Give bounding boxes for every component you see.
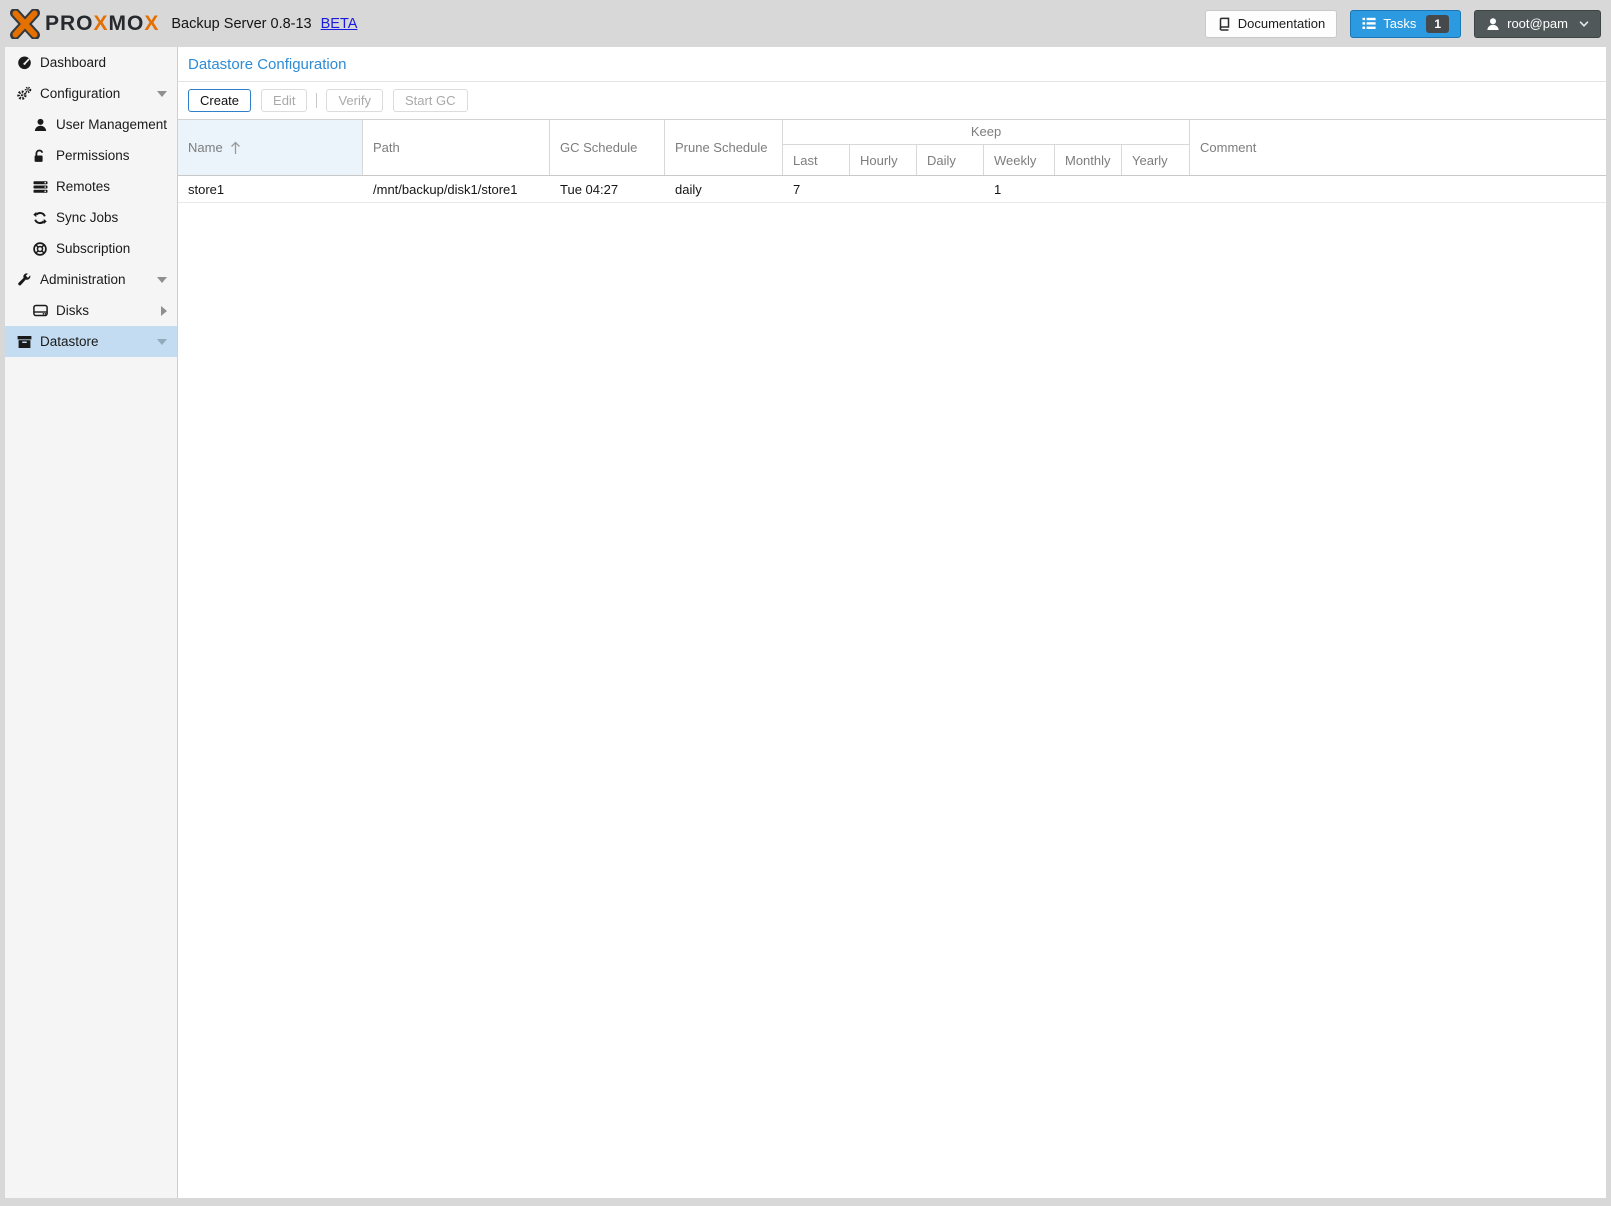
edit-button[interactable]: Edit	[261, 89, 307, 112]
cell-keep-hourly	[850, 176, 917, 202]
sidebar-item-label: Permissions	[56, 148, 130, 163]
column-header-name-label: Name	[188, 140, 223, 155]
cell-name: store1	[178, 176, 363, 202]
chevron-down-icon[interactable]	[157, 91, 167, 97]
tasks-label: Tasks	[1383, 16, 1416, 31]
tasks-button[interactable]: Tasks 1	[1350, 10, 1461, 38]
sidebar-item-user-management[interactable]: User Management	[5, 109, 177, 140]
user-menu-button[interactable]: root@pam	[1474, 10, 1601, 38]
sidebar-item-label: Disks	[56, 303, 89, 318]
sidebar-item-label: Administration	[40, 272, 126, 287]
column-header-keep-daily[interactable]: Daily	[917, 145, 984, 175]
gears-icon	[16, 86, 32, 101]
lifering-icon	[32, 242, 48, 256]
hdd-icon	[32, 304, 48, 317]
page-title: Datastore Configuration	[188, 56, 1596, 73]
tasks-count-badge: 1	[1426, 15, 1449, 33]
documentation-label: Documentation	[1238, 16, 1325, 31]
documentation-button[interactable]: Documentation	[1205, 10, 1337, 38]
sidebar-item-administration[interactable]: Administration	[5, 264, 177, 295]
chevron-right-icon[interactable]	[161, 306, 167, 316]
sidebar-item-permissions[interactable]: Permissions	[5, 140, 177, 171]
column-header-keep-monthly[interactable]: Monthly	[1055, 145, 1122, 175]
sidebar-item-label: Dashboard	[40, 55, 106, 70]
sidebar-item-label: Configuration	[40, 86, 120, 101]
beta-link[interactable]: BETA	[321, 16, 358, 32]
column-header-keep-weekly[interactable]: Weekly	[984, 145, 1055, 175]
proxmox-logo: PROXMOX	[10, 9, 159, 39]
list-icon	[1362, 17, 1376, 30]
column-header-keep-yearly[interactable]: Yearly	[1122, 145, 1190, 175]
cell-gc-schedule: Tue 04:27	[550, 176, 665, 202]
user-menu-label: root@pam	[1507, 16, 1568, 31]
column-header-keep: Keep	[783, 120, 1189, 145]
sidebar-item-label: Datastore	[40, 334, 99, 349]
main-panel: Datastore Configuration Create Edit Veri…	[178, 47, 1606, 1198]
user-icon	[1486, 17, 1500, 31]
column-header-keep-hourly[interactable]: Hourly	[850, 145, 917, 175]
sidebar-item-label: Remotes	[56, 179, 110, 194]
proxmox-x-icon	[10, 9, 40, 39]
datastore-table: Name Path GC Schedule Pru	[178, 119, 1606, 1198]
sidebar-item-label: Subscription	[56, 241, 130, 256]
archive-icon	[16, 335, 32, 349]
chevron-down-icon	[1579, 19, 1589, 29]
book-icon	[1217, 17, 1231, 31]
toolbar: Create Edit Verify Start GC	[178, 82, 1606, 119]
verify-button[interactable]: Verify	[326, 89, 383, 112]
column-group-keep: Keep Last Hourly Daily Weekly Monthly Ye…	[783, 120, 1190, 175]
table-empty-area	[178, 203, 1606, 1198]
server-icon	[32, 180, 48, 194]
user-icon	[32, 118, 48, 132]
table-header: Name Path GC Schedule Pru	[178, 119, 1606, 176]
table-row[interactable]: store1 /mnt/backup/disk1/store1 Tue 04:2…	[178, 176, 1606, 203]
sidebar-item-disks[interactable]: Disks	[5, 295, 177, 326]
chevron-down-icon[interactable]	[157, 339, 167, 345]
sidebar-item-datastore[interactable]: Datastore	[5, 326, 177, 357]
wrench-icon	[16, 273, 32, 287]
column-header-name[interactable]: Name	[178, 120, 363, 175]
sidebar-item-sync-jobs[interactable]: Sync Jobs	[5, 202, 177, 233]
cell-keep-daily	[917, 176, 984, 202]
sidebar-item-subscription[interactable]: Subscription	[5, 233, 177, 264]
proxmox-wordmark: PROXMOX	[45, 13, 159, 34]
unlock-icon	[32, 149, 48, 163]
cell-prune-schedule: daily	[665, 176, 783, 202]
sort-ascending-icon	[230, 141, 241, 155]
screen: PROXMOX Backup Server 0.8-13 BETA Docume…	[0, 0, 1611, 1206]
cell-keep-last: 7	[783, 176, 850, 202]
start-gc-button[interactable]: Start GC	[393, 89, 468, 112]
sidebar: Dashboard Configuration	[5, 47, 178, 1198]
sidebar-item-label: User Management	[56, 117, 167, 132]
column-header-keep-last[interactable]: Last	[783, 145, 850, 175]
cell-keep-weekly: 1	[984, 176, 1055, 202]
cell-keep-yearly	[1122, 176, 1190, 202]
create-button[interactable]: Create	[188, 89, 251, 112]
column-header-prune-schedule[interactable]: Prune Schedule	[665, 120, 783, 175]
column-header-comment[interactable]: Comment	[1190, 120, 1606, 175]
column-header-path[interactable]: Path	[363, 120, 550, 175]
sidebar-item-dashboard[interactable]: Dashboard	[5, 47, 177, 78]
product-name: Backup Server 0.8-13	[171, 16, 311, 32]
cell-comment	[1190, 176, 1606, 202]
toolbar-separator	[316, 93, 317, 108]
chevron-down-icon[interactable]	[157, 277, 167, 283]
sidebar-item-configuration[interactable]: Configuration	[5, 78, 177, 109]
title-bar: Datastore Configuration	[178, 47, 1606, 82]
sidebar-item-label: Sync Jobs	[56, 210, 118, 225]
column-header-gc-schedule[interactable]: GC Schedule	[550, 120, 665, 175]
sync-icon	[32, 211, 48, 225]
cell-path: /mnt/backup/disk1/store1	[363, 176, 550, 202]
cell-keep-monthly	[1055, 176, 1122, 202]
dashboard-icon	[16, 55, 32, 70]
sidebar-item-remotes[interactable]: Remotes	[5, 171, 177, 202]
topbar: PROXMOX Backup Server 0.8-13 BETA Docume…	[0, 0, 1611, 47]
